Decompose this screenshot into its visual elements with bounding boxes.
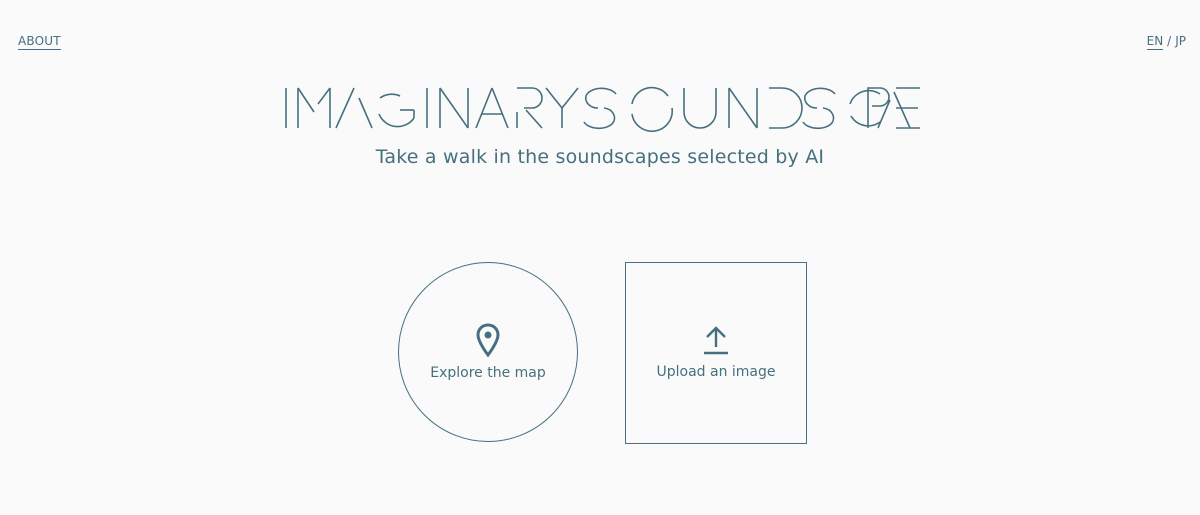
page: ABOUT EN / JP Take a walk in the soundsc…: [0, 0, 1200, 515]
about-link[interactable]: ABOUT: [18, 34, 61, 50]
site-logo: [285, 86, 920, 132]
lang-en-link[interactable]: EN: [1146, 34, 1164, 50]
lang-separator: /: [1167, 34, 1172, 48]
upload-image-button[interactable]: Upload an image: [625, 262, 807, 444]
explore-map-button[interactable]: Explore the map: [398, 262, 578, 442]
tagline: Take a walk in the soundscapes selected …: [375, 146, 825, 168]
map-pin-icon: [476, 323, 500, 357]
explore-map-label: Explore the map: [430, 365, 546, 381]
lang-jp-link[interactable]: JP: [1175, 34, 1186, 48]
upload-arrow-icon: [704, 326, 728, 355]
upload-image-label: Upload an image: [656, 364, 776, 380]
language-switcher: EN / JP: [1146, 34, 1186, 50]
